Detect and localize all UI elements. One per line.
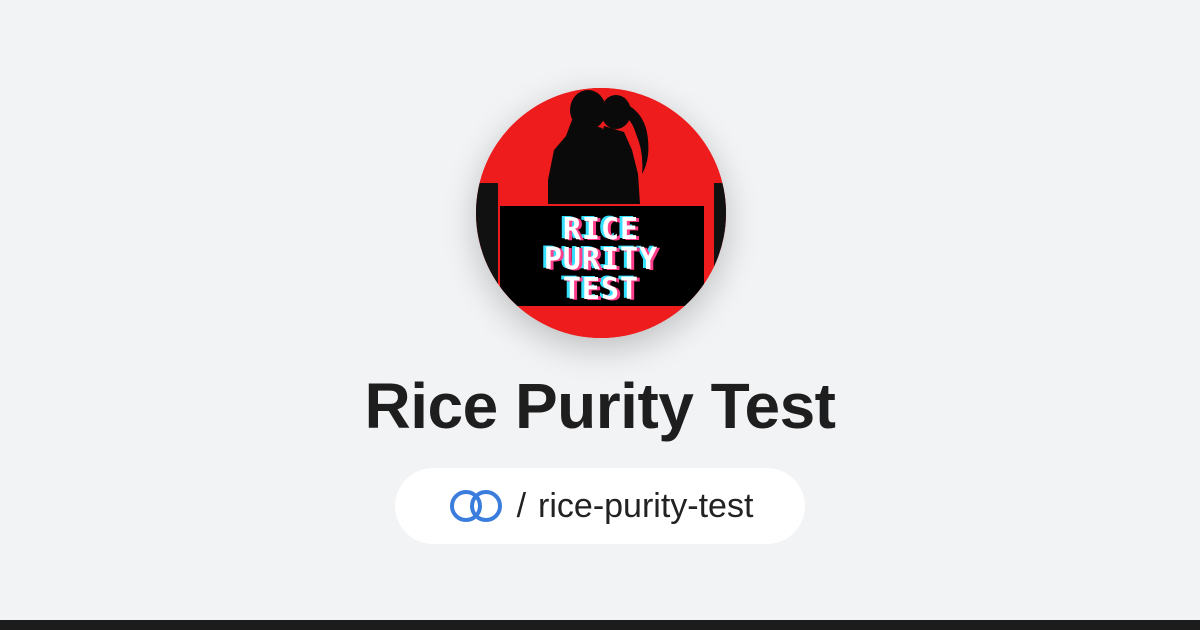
linked-rings-icon — [447, 488, 505, 524]
profile-link-pill[interactable]: / rice-purity-test — [395, 468, 805, 544]
profile-avatar[interactable]: RICE PURITY TEST RICE PURITY TEST RICE P… — [476, 88, 726, 338]
avatar-image: RICE PURITY TEST RICE PURITY TEST RICE P… — [476, 88, 726, 338]
link-separator: / — [516, 487, 527, 525]
share-card: RICE PURITY TEST RICE PURITY TEST RICE P… — [0, 0, 1200, 630]
link-slug: rice-purity-test — [538, 487, 754, 525]
avatar-right-edge — [714, 183, 726, 303]
logo-text-line-3: TEST — [563, 272, 639, 307]
bottom-bar — [0, 620, 1200, 630]
profile-title: Rice Purity Test — [364, 370, 836, 442]
avatar-left-edge — [476, 183, 498, 303]
